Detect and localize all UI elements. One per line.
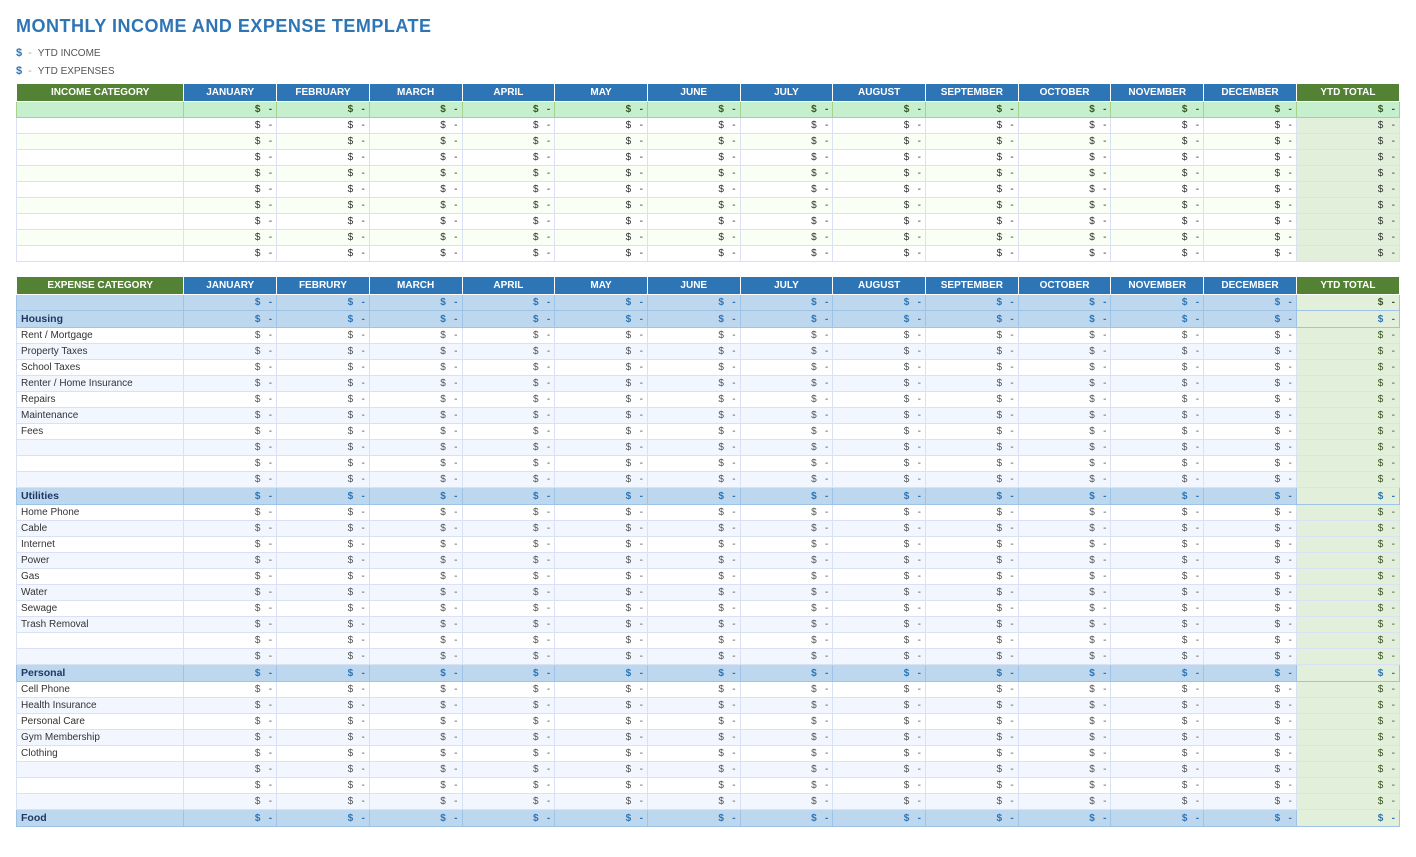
utilities-internet-row: Internet $ -$ -$ -$ -$ -$ -$ -$ -$ -$ -$… [17,537,1400,553]
housing-school-taxes-row: School Taxes $ -$ -$ -$ -$ -$ -$ -$ -$ -… [17,360,1400,376]
income-row-3: $ -$ -$ -$ -$ -$ -$ -$ -$ -$ -$ -$ - $ - [17,150,1400,166]
apr-header: APRIL [462,84,555,102]
exp-jan-header: JANUARY [184,277,277,295]
housing-insurance-row: Renter / Home Insurance $ -$ -$ -$ -$ -$… [17,376,1400,392]
housing-header: Housing $ -$ -$ -$ -$ -$ -$ -$ -$ -$ -$ … [17,311,1400,328]
exp-jul-header: JULY [740,277,833,295]
exp-oct-header: OCTOBER [1018,277,1111,295]
income-row-5: $ -$ -$ -$ -$ -$ -$ -$ -$ -$ -$ -$ - $ - [17,182,1400,198]
oct-header: OCTOBER [1018,84,1111,102]
income-row-1: $ -$ -$ -$ -$ -$ -$ -$ -$ -$ -$ -$ - $ - [17,118,1400,134]
income-row-2: $ -$ -$ -$ -$ -$ -$ -$ -$ -$ -$ -$ - $ - [17,134,1400,150]
expenses-dash: - [28,65,32,77]
exp-feb-header: FEBRURY [277,277,370,295]
income-row-7: $ -$ -$ -$ -$ -$ -$ -$ -$ -$ -$ -$ - $ - [17,214,1400,230]
exp-mar-header: MARCH [369,277,462,295]
personal-blank2: $ -$ -$ -$ -$ -$ -$ -$ -$ -$ -$ -$ - $ - [17,778,1400,794]
utilities-cable-row: Cable $ -$ -$ -$ -$ -$ -$ -$ -$ -$ -$ -$… [17,521,1400,537]
personal-blank3: $ -$ -$ -$ -$ -$ -$ -$ -$ -$ -$ -$ - $ - [17,794,1400,810]
exp-dec-header: DECEMBER [1204,277,1297,295]
utilities-sewage-row: Sewage $ -$ -$ -$ -$ -$ -$ -$ -$ -$ -$ -… [17,601,1400,617]
personal-cellphone-row: Cell Phone $ -$ -$ -$ -$ -$ -$ -$ -$ -$ … [17,682,1400,698]
exp-jun-header: JUNE [647,277,740,295]
exp-ytd-header: YTD TOTAL [1296,277,1399,295]
personal-gym-row: Gym Membership $ -$ -$ -$ -$ -$ -$ -$ -$… [17,730,1400,746]
jul-header: JULY [740,84,833,102]
expense-table: EXPENSE CATEGORY JANUARY FEBRURY MARCH A… [16,276,1400,827]
ytd-header: YTD TOTAL [1296,84,1399,102]
personal-clothing-row: Clothing $ -$ -$ -$ -$ -$ -$ -$ -$ -$ -$… [17,746,1400,762]
exp-aug-header: AUGUST [833,277,926,295]
income-row-8: $ -$ -$ -$ -$ -$ -$ -$ -$ -$ -$ -$ - $ - [17,230,1400,246]
income-row-9: $ -$ -$ -$ -$ -$ -$ -$ -$ -$ -$ -$ - $ - [17,246,1400,262]
income-dash: - [28,47,32,59]
income-subheader: $ - $ - $ - $ - $ - $ - $ - $ - $ - $ - … [17,102,1400,118]
utilities-homephone-row: Home Phone $ -$ -$ -$ -$ -$ -$ -$ -$ -$ … [17,505,1400,521]
ytd-expenses-row: $ - YTD EXPENSES [16,65,1400,77]
ytd-income-label: YTD INCOME [38,48,101,59]
utilities-header: Utilities $ -$ -$ -$ -$ -$ -$ -$ -$ -$ -… [17,488,1400,505]
income-header-row: INCOME CATEGORY JANUARY FEBRUARY MARCH A… [17,84,1400,102]
exp-apr-header: APRIL [462,277,555,295]
income-category-header: INCOME CATEGORY [17,84,184,102]
personal-header: Personal $ -$ -$ -$ -$ -$ -$ -$ -$ -$ -$… [17,665,1400,682]
dollar-sign-income: $ [16,47,22,59]
expense-subheader: $ -$ -$ -$ -$ -$ -$ -$ -$ -$ -$ -$ - $ - [17,295,1400,311]
aug-header: AUGUST [833,84,926,102]
personal-blank1: $ -$ -$ -$ -$ -$ -$ -$ -$ -$ -$ -$ - $ - [17,762,1400,778]
utilities-power-row: Power $ -$ -$ -$ -$ -$ -$ -$ -$ -$ -$ -$… [17,553,1400,569]
income-row-6: $ -$ -$ -$ -$ -$ -$ -$ -$ -$ -$ -$ - $ - [17,198,1400,214]
housing-maintenance-row: Maintenance $ -$ -$ -$ -$ -$ -$ -$ -$ -$… [17,408,1400,424]
income-row-4: $ -$ -$ -$ -$ -$ -$ -$ -$ -$ -$ -$ - $ - [17,166,1400,182]
may-header: MAY [555,84,648,102]
housing-property-taxes-row: Property Taxes $ -$ -$ -$ -$ -$ -$ -$ -$… [17,344,1400,360]
exp-may-header: MAY [555,277,648,295]
income-table: INCOME CATEGORY JANUARY FEBRUARY MARCH A… [16,83,1400,262]
personal-healthins-row: Health Insurance $ -$ -$ -$ -$ -$ -$ -$ … [17,698,1400,714]
housing-blank3: $ -$ -$ -$ -$ -$ -$ -$ -$ -$ -$ -$ - $ - [17,472,1400,488]
feb-header: FEBRUARY [277,84,370,102]
expense-category-header: EXPENSE CATEGORY [17,277,184,295]
food-header: Food $ -$ -$ -$ -$ -$ -$ -$ -$ -$ -$ -$ … [17,810,1400,827]
jan-header: JANUARY [184,84,277,102]
utilities-trash-row: Trash Removal $ -$ -$ -$ -$ -$ -$ -$ -$ … [17,617,1400,633]
personal-care-row: Personal Care $ -$ -$ -$ -$ -$ -$ -$ -$ … [17,714,1400,730]
housing-rent-row: Rent / Mortgage $ -$ -$ -$ -$ -$ -$ -$ -… [17,328,1400,344]
dec-header: DECEMBER [1204,84,1297,102]
page-title: MONTHLY INCOME AND EXPENSE TEMPLATE [16,16,1400,37]
utilities-gas-row: Gas $ -$ -$ -$ -$ -$ -$ -$ -$ -$ -$ -$ -… [17,569,1400,585]
mar-header: MARCH [369,84,462,102]
jun-header: JUNE [647,84,740,102]
ytd-expenses-label: YTD EXPENSES [38,66,115,77]
housing-blank1: $ -$ -$ -$ -$ -$ -$ -$ -$ -$ -$ -$ - $ - [17,440,1400,456]
ytd-income-row: $ - YTD INCOME [16,47,1400,59]
nov-header: NOVEMBER [1111,84,1204,102]
housing-fees-row: Fees $ -$ -$ -$ -$ -$ -$ -$ -$ -$ -$ -$ … [17,424,1400,440]
exp-nov-header: NOVEMBER [1111,277,1204,295]
exp-sep-header: SEPTEMBER [926,277,1019,295]
utilities-water-row: Water $ -$ -$ -$ -$ -$ -$ -$ -$ -$ -$ -$… [17,585,1400,601]
utilities-blank2: $ -$ -$ -$ -$ -$ -$ -$ -$ -$ -$ -$ - $ - [17,649,1400,665]
expense-header-row: EXPENSE CATEGORY JANUARY FEBRURY MARCH A… [17,277,1400,295]
housing-repairs-row: Repairs $ -$ -$ -$ -$ -$ -$ -$ -$ -$ -$ … [17,392,1400,408]
housing-blank2: $ -$ -$ -$ -$ -$ -$ -$ -$ -$ -$ -$ - $ - [17,456,1400,472]
dollar-sign-expenses: $ [16,65,22,77]
sep-header: SEPTEMBER [926,84,1019,102]
utilities-blank1: $ -$ -$ -$ -$ -$ -$ -$ -$ -$ -$ -$ - $ - [17,633,1400,649]
